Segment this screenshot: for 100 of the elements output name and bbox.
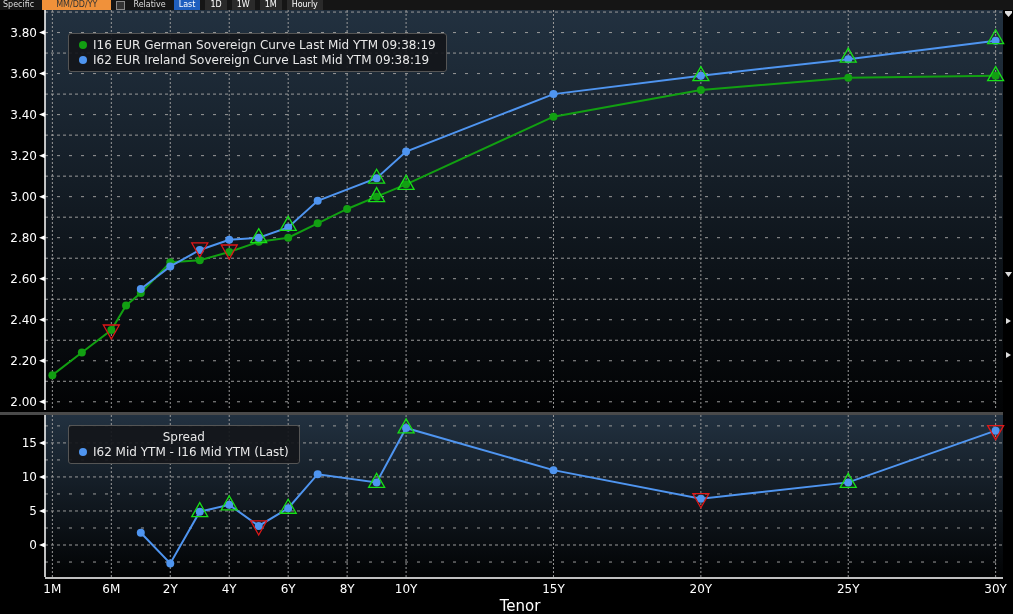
axis-label: 8Y xyxy=(339,582,355,596)
data-point xyxy=(166,262,175,271)
right-arrow-icon[interactable] xyxy=(1004,318,1012,324)
axis-label: 0 xyxy=(29,538,37,552)
data-point xyxy=(991,36,1000,45)
data-point xyxy=(195,507,204,516)
data-point xyxy=(48,371,57,380)
up-triangle-marker xyxy=(396,417,416,434)
data-point xyxy=(402,147,411,156)
up-triangle-marker xyxy=(986,65,1005,82)
range-button[interactable]: 1D xyxy=(205,0,227,10)
axis-title: Tenor xyxy=(499,597,541,614)
data-point xyxy=(844,73,853,82)
axis-label: 2.00 xyxy=(10,394,37,409)
down-triangle-marker xyxy=(102,324,121,341)
range-button[interactable]: 1W xyxy=(231,0,255,10)
axis-label: 3.60 xyxy=(10,66,37,81)
legend-label: I62 Mid YTM - I16 Mid YTM (Last) xyxy=(93,445,289,459)
axis-label: 2.80 xyxy=(10,230,37,245)
date-field[interactable]: MM/DD/YY xyxy=(42,0,112,10)
up-triangle-marker xyxy=(839,46,858,63)
axis-label: 3.00 xyxy=(10,189,37,204)
up-triangle-marker xyxy=(279,497,298,514)
data-point xyxy=(254,521,263,530)
data-point xyxy=(136,284,145,293)
data-point xyxy=(402,423,411,432)
axis-label: 3.80 xyxy=(10,25,37,40)
axis-label: 2.20 xyxy=(10,353,37,368)
data-point xyxy=(77,348,86,357)
down-triangle-marker xyxy=(190,242,209,259)
data-point xyxy=(343,204,352,213)
data-point xyxy=(549,466,558,475)
legend-swatch xyxy=(79,56,87,64)
up-triangle-marker xyxy=(367,472,386,489)
checkbox[interactable] xyxy=(116,0,126,10)
legend-label: I62 EUR Ireland Sovereign Curve Last Mid YTM 09:38:19 xyxy=(93,53,430,67)
data-point xyxy=(991,71,1000,80)
dropdown-arrow-icon[interactable] xyxy=(1004,11,1012,17)
axis-label: 15Y xyxy=(542,582,565,596)
down-triangle-marker xyxy=(249,520,268,537)
data-point xyxy=(284,504,293,513)
data-point xyxy=(225,500,234,509)
data-point xyxy=(372,478,381,487)
data-point xyxy=(136,528,145,537)
axis-label: 6M xyxy=(102,582,121,596)
up-triangle-marker xyxy=(220,494,239,511)
data-point xyxy=(284,233,293,242)
data-point xyxy=(844,55,853,64)
axis-label: 6Y xyxy=(280,582,296,596)
legend-label: I16 EUR German Sovereign Curve Last Mid YTM 09:38:19 xyxy=(93,38,436,52)
data-point xyxy=(254,233,263,242)
data-point xyxy=(696,86,705,94)
data-point xyxy=(696,494,705,503)
range-button[interactable]: Last xyxy=(173,0,201,10)
data-point xyxy=(844,478,853,487)
axis-label: 20Y xyxy=(689,582,713,596)
data-point xyxy=(372,192,381,201)
axis-label: 10Y xyxy=(394,582,418,596)
axis-label: 5 xyxy=(29,503,37,518)
down-triangle-marker xyxy=(220,244,239,261)
data-point xyxy=(313,470,322,479)
data-point xyxy=(313,196,322,205)
up-triangle-marker xyxy=(839,472,858,489)
down-triangle-marker xyxy=(986,425,1005,441)
data-point xyxy=(402,180,411,189)
up-triangle-marker xyxy=(190,501,209,518)
data-point xyxy=(696,71,705,80)
axis-label: 3.40 xyxy=(10,107,37,122)
up-triangle-marker xyxy=(249,227,268,244)
range-button[interactable]: 1M xyxy=(259,0,282,10)
toolbar-label: Relative xyxy=(132,0,167,10)
down-triangle-marker xyxy=(691,493,710,510)
up-triangle-marker xyxy=(279,215,298,232)
axis-label: 15 xyxy=(21,435,37,450)
data-point xyxy=(372,174,381,183)
toolbar-label: Specific xyxy=(2,0,36,10)
data-point xyxy=(549,112,558,121)
up-triangle-marker xyxy=(986,28,1005,45)
up-triangle-marker xyxy=(367,167,386,184)
data-point xyxy=(166,559,175,568)
data-point xyxy=(195,256,204,265)
axis-label: 2.40 xyxy=(10,312,37,327)
data-point xyxy=(225,235,234,244)
axis-label: 2.60 xyxy=(10,271,37,286)
data-point xyxy=(284,223,293,232)
down-arrow-icon[interactable] xyxy=(1004,272,1012,278)
axis-label: 4Y xyxy=(221,582,237,596)
legend-swatch xyxy=(79,41,87,49)
data-point xyxy=(122,301,131,310)
axis-label: 1M xyxy=(43,582,62,596)
data-point xyxy=(991,426,1000,435)
right-arrow-icon[interactable] xyxy=(1004,352,1012,358)
axis-label: 25Y xyxy=(836,582,860,596)
axis-label: 30Y xyxy=(984,582,1007,596)
data-point xyxy=(195,246,204,254)
axis-label: 10 xyxy=(21,469,37,484)
up-triangle-marker xyxy=(396,174,416,190)
range-button[interactable]: Hourly xyxy=(286,0,323,10)
legend-title: Spread xyxy=(162,430,205,444)
data-point xyxy=(225,248,234,257)
